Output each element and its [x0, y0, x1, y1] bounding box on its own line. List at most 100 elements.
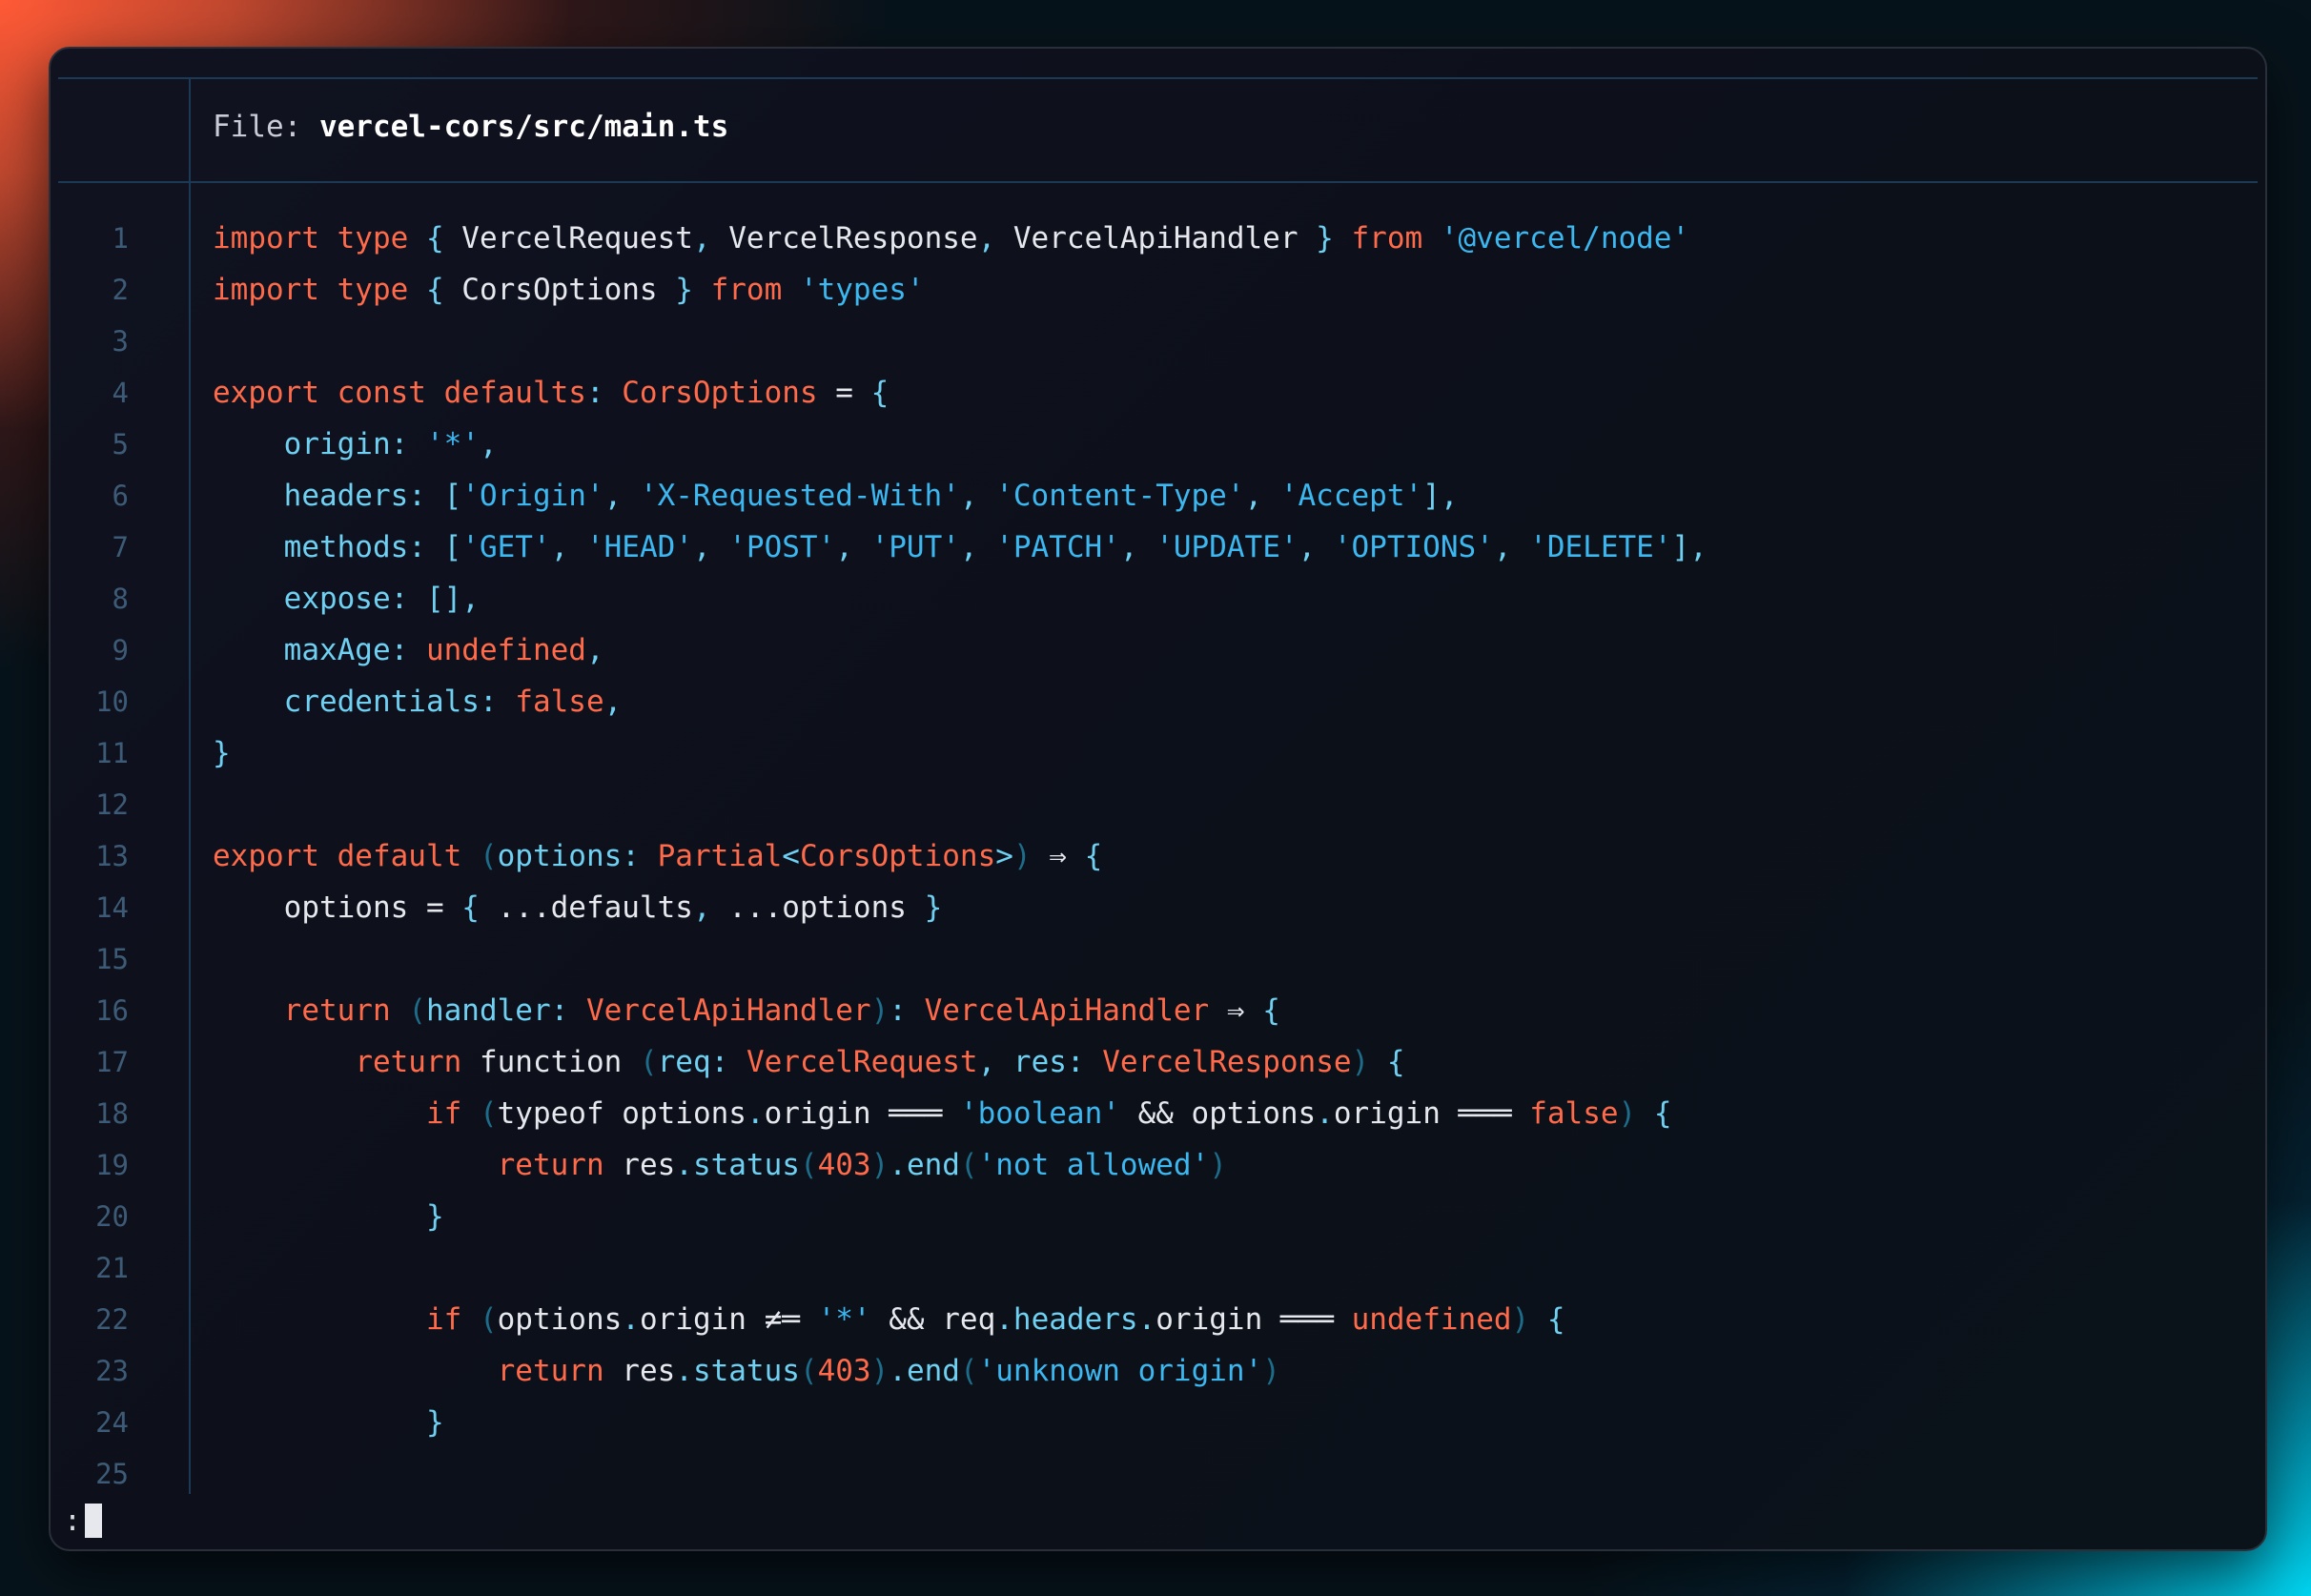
line-number: 2 — [112, 274, 129, 306]
code-token: ( — [959, 1354, 978, 1388]
code-token: { — [425, 273, 462, 307]
code-token: res — [622, 1148, 676, 1182]
code-token: 'unknown origin' — [977, 1354, 1263, 1388]
code-token: return — [497, 1354, 623, 1388]
file-name: vercel-cors/src/main.ts — [318, 110, 729, 144]
prompt-colon: : — [64, 1504, 82, 1538]
line-number: 14 — [95, 891, 129, 924]
code-token: typeof options — [497, 1096, 746, 1131]
code-token: && req — [870, 1302, 996, 1337]
line-number: 7 — [112, 531, 129, 563]
code-token: { — [1636, 1096, 1672, 1131]
line-number: 13 — [95, 840, 129, 872]
code-token: undefined — [425, 633, 586, 667]
code-token: ( — [799, 1148, 818, 1182]
pager-prompt[interactable]: : — [64, 1502, 103, 1540]
code-token: ( — [479, 1096, 498, 1131]
code-token: methods: [ — [283, 530, 462, 564]
code-token: origin ═══ — [1156, 1302, 1352, 1337]
code-token: maxAge: — [283, 633, 426, 667]
code-token: , — [1244, 479, 1280, 513]
code-token: , — [959, 530, 996, 564]
line-number: 15 — [95, 943, 129, 975]
code-token: 'UPDATE' — [1156, 530, 1299, 564]
code-line: return function (req: VercelRequest, res… — [213, 1036, 1708, 1088]
code-token: expose: [], — [283, 582, 480, 616]
code-line: if (typeof options.origin ═══ 'boolean' … — [213, 1088, 1708, 1139]
code-token: VercelRequest — [746, 1045, 978, 1079]
code-token: 'PUT' — [870, 530, 960, 564]
terminal-window: File: vercel-cors/src/main.ts 1234567891… — [49, 47, 2267, 1551]
code-token: origin: — [283, 427, 426, 461]
code-token: } — [213, 736, 231, 770]
code-token: 'GET' — [461, 530, 551, 564]
line-number: 23 — [95, 1355, 129, 1387]
code-token: VercelResponse — [728, 221, 978, 256]
code-token: ) — [1511, 1302, 1530, 1337]
line-number: 5 — [112, 428, 129, 460]
text-cursor — [85, 1504, 103, 1538]
code-token: origin ≠═ — [639, 1302, 818, 1337]
code-token: origin ═══ — [1333, 1096, 1530, 1131]
code-line: credentials: false, — [213, 676, 1708, 727]
line-number: 19 — [95, 1149, 129, 1181]
code-token: 'X-Requested-With' — [639, 479, 960, 513]
line-number: 8 — [112, 583, 129, 615]
code-token: = — [817, 376, 871, 410]
line-number: 3 — [112, 325, 129, 358]
code-token: ) — [1618, 1096, 1637, 1131]
code-token: . — [622, 1302, 640, 1337]
code-token: 'Accept' — [1279, 479, 1423, 513]
code-token: , — [479, 427, 498, 461]
line-number: 4 — [112, 377, 129, 409]
code-token: return — [497, 1148, 623, 1182]
code-line: import type { CorsOptions } from 'types' — [213, 264, 1708, 316]
code-token: ⇒ — [1209, 993, 1263, 1028]
code-line: import type { VercelRequest, VercelRespo… — [213, 213, 1708, 264]
code-token: ], — [1671, 530, 1708, 564]
code-token: ( — [479, 839, 498, 873]
code-token: headers: [ — [283, 479, 462, 513]
code-token: .status — [675, 1148, 800, 1182]
code-token: VercelApiHandler — [585, 993, 871, 1028]
code-token: { — [425, 221, 462, 256]
code-token: > — [995, 839, 1013, 873]
code-area[interactable]: import type { VercelRequest, VercelRespo… — [213, 213, 1708, 1500]
code-token: } — [425, 1199, 444, 1234]
code-token: '*' — [817, 1302, 871, 1337]
code-token: . — [1316, 1096, 1334, 1131]
code-line: export default (options: Partial<CorsOpt… — [213, 830, 1708, 882]
line-number: 1 — [112, 222, 129, 255]
code-line: headers: ['Origin', 'X-Requested-With', … — [213, 470, 1708, 522]
code-token: , — [603, 685, 623, 719]
header-divider — [58, 181, 2258, 183]
code-token: , — [835, 530, 871, 564]
code-token: ) — [870, 1354, 890, 1388]
frame-top-border — [58, 77, 2258, 79]
code-token: 'DELETE' — [1529, 530, 1672, 564]
code-token: ⇒ — [1031, 839, 1085, 873]
code-token: return — [355, 1045, 480, 1079]
code-token: ...options — [728, 890, 925, 925]
line-number: 20 — [95, 1200, 129, 1233]
code-token: false — [515, 685, 604, 719]
code-line: origin: '*', — [213, 419, 1708, 470]
line-number: 10 — [95, 685, 129, 718]
code-line: return res.status(403).end('unknown orig… — [213, 1345, 1708, 1397]
code-token: if — [425, 1096, 480, 1131]
code-token: credentials: — [283, 685, 516, 719]
file-label: File: — [213, 110, 319, 144]
code-token: req: — [657, 1045, 746, 1079]
code-token: , — [977, 221, 1013, 256]
code-line: maxAge: undefined, — [213, 624, 1708, 676]
code-token: false — [1529, 1096, 1619, 1131]
code-line: return res.status(403).end('not allowed'… — [213, 1139, 1708, 1191]
code-token: , — [1298, 530, 1334, 564]
code-token: , — [603, 479, 640, 513]
